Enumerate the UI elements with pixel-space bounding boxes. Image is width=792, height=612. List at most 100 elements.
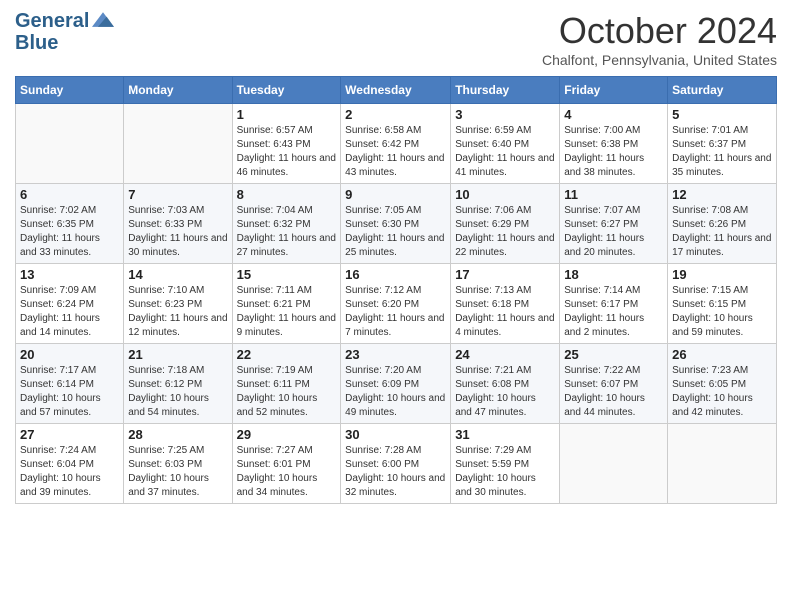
day-info: Sunrise: 7:08 AM Sunset: 6:26 PM Dayligh…	[672, 204, 772, 260]
day-number: 5	[672, 107, 772, 122]
calendar-cell: 31Sunrise: 7:29 AM Sunset: 5:59 PM Dayli…	[451, 424, 560, 504]
day-number: 10	[455, 187, 555, 202]
calendar-cell: 15 Sunrise: 7:11 AM Sunset: 6:21 PM Dayli…	[232, 264, 341, 344]
calendar-cell: 11Sunrise: 7:07 AM Sunset: 6:27 PM Dayli…	[560, 184, 668, 264]
day-info: Sunrise: 7:00 AM Sunset: 6:38 PM Dayligh…	[564, 124, 663, 180]
day-number: 29	[237, 427, 337, 442]
day-info: Sunrise: 7:11 AM Sunset: 6:21 PM Dayligh…	[237, 284, 337, 340]
weekday-header-wednesday: Wednesday	[341, 77, 451, 104]
calendar-cell: 17 Sunrise: 7:13 AM Sunset: 6:18 PM Dayli…	[451, 264, 560, 344]
day-number: 9	[345, 187, 446, 202]
day-number: 25	[564, 347, 663, 362]
calendar-cell: 4 Sunrise: 7:00 AM Sunset: 6:38 PM Daylig…	[560, 104, 668, 184]
calendar-cell: 1 Sunrise: 6:57 AM Sunset: 6:43 PM Daylig…	[232, 104, 341, 184]
day-number: 1	[237, 107, 337, 122]
weekday-header-sunday: Sunday	[16, 77, 124, 104]
day-number: 21	[128, 347, 227, 362]
calendar-cell	[16, 104, 124, 184]
calendar-cell: 23 Sunrise: 7:20 AM Sunset: 6:09 PM Dayli…	[341, 344, 451, 424]
day-info: Sunrise: 7:18 AM Sunset: 6:12 PM Dayligh…	[128, 364, 227, 420]
day-info: Sunrise: 7:24 AM Sunset: 6:04 PM Dayligh…	[20, 444, 119, 500]
day-info: Sunrise: 7:22 AM Sunset: 6:07 PM Dayligh…	[564, 364, 663, 420]
calendar-cell: 9 Sunrise: 7:05 AM Sunset: 6:30 PM Daylig…	[341, 184, 451, 264]
day-number: 23	[345, 347, 446, 362]
calendar-cell: 14 Sunrise: 7:10 AM Sunset: 6:23 PM Dayli…	[124, 264, 232, 344]
month-title: October 2024	[542, 10, 777, 52]
day-number: 19	[672, 267, 772, 282]
calendar-cell: 12 Sunrise: 7:08 AM Sunset: 6:26 PM Dayli…	[668, 184, 777, 264]
day-number: 30	[345, 427, 446, 442]
day-info: Sunrise: 7:28 AM Sunset: 6:00 PM Dayligh…	[345, 444, 446, 500]
week-row-4: 20Sunrise: 7:17 AM Sunset: 6:14 PM Dayli…	[16, 344, 777, 424]
day-info: Sunrise: 7:03 AM Sunset: 6:33 PM Dayligh…	[128, 204, 227, 260]
day-number: 14	[128, 267, 227, 282]
day-info: Sunrise: 7:23 AM Sunset: 6:05 PM Dayligh…	[672, 364, 772, 420]
day-number: 11	[564, 187, 663, 202]
day-number: 16	[345, 267, 446, 282]
day-number: 24	[455, 347, 555, 362]
day-number: 4	[564, 107, 663, 122]
day-info: Sunrise: 7:04 AM Sunset: 6:32 PM Dayligh…	[237, 204, 337, 260]
day-info: Sunrise: 7:10 AM Sunset: 6:23 PM Dayligh…	[128, 284, 227, 340]
logo: General Blue	[15, 10, 114, 54]
day-number: 28	[128, 427, 227, 442]
calendar-cell: 25 Sunrise: 7:22 AM Sunset: 6:07 PM Dayli…	[560, 344, 668, 424]
logo-icon	[92, 12, 114, 30]
day-number: 27	[20, 427, 119, 442]
day-info: Sunrise: 7:25 AM Sunset: 6:03 PM Dayligh…	[128, 444, 227, 500]
day-number: 26	[672, 347, 772, 362]
weekday-header-monday: Monday	[124, 77, 232, 104]
day-number: 12	[672, 187, 772, 202]
calendar-cell: 20Sunrise: 7:17 AM Sunset: 6:14 PM Dayli…	[16, 344, 124, 424]
calendar-cell	[668, 424, 777, 504]
calendar-cell: 10 Sunrise: 7:06 AM Sunset: 6:29 PM Dayli…	[451, 184, 560, 264]
calendar-cell: 16 Sunrise: 7:12 AM Sunset: 6:20 PM Dayli…	[341, 264, 451, 344]
day-info: Sunrise: 7:21 AM Sunset: 6:08 PM Dayligh…	[455, 364, 555, 420]
day-info: Sunrise: 7:13 AM Sunset: 6:18 PM Dayligh…	[455, 284, 555, 340]
day-info: Sunrise: 7:02 AM Sunset: 6:35 PM Dayligh…	[20, 204, 119, 260]
calendar-cell: 6 Sunrise: 7:02 AM Sunset: 6:35 PM Daylig…	[16, 184, 124, 264]
weekday-header-friday: Friday	[560, 77, 668, 104]
calendar-cell: 7 Sunrise: 7:03 AM Sunset: 6:33 PM Daylig…	[124, 184, 232, 264]
week-row-2: 6 Sunrise: 7:02 AM Sunset: 6:35 PM Daylig…	[16, 184, 777, 264]
day-info: Sunrise: 6:59 AM Sunset: 6:40 PM Dayligh…	[455, 124, 555, 180]
day-number: 2	[345, 107, 446, 122]
day-info: Sunrise: 7:12 AM Sunset: 6:20 PM Dayligh…	[345, 284, 446, 340]
calendar-table: SundayMondayTuesdayWednesdayThursdayFrid…	[15, 76, 777, 504]
calendar-cell: 29 Sunrise: 7:27 AM Sunset: 6:01 PM Dayli…	[232, 424, 341, 504]
day-info: Sunrise: 7:09 AM Sunset: 6:24 PM Dayligh…	[20, 284, 119, 340]
calendar-cell	[124, 104, 232, 184]
day-info: Sunrise: 7:27 AM Sunset: 6:01 PM Dayligh…	[237, 444, 337, 500]
calendar-cell: 21 Sunrise: 7:18 AM Sunset: 6:12 PM Dayli…	[124, 344, 232, 424]
calendar-cell: 24 Sunrise: 7:21 AM Sunset: 6:08 PM Dayli…	[451, 344, 560, 424]
calendar-cell: 26 Sunrise: 7:23 AM Sunset: 6:05 PM Dayli…	[668, 344, 777, 424]
day-info: Sunrise: 6:58 AM Sunset: 6:42 PM Dayligh…	[345, 124, 446, 180]
weekday-header-saturday: Saturday	[668, 77, 777, 104]
day-number: 17	[455, 267, 555, 282]
weekday-header-tuesday: Tuesday	[232, 77, 341, 104]
day-info: Sunrise: 7:29 AM Sunset: 5:59 PM Dayligh…	[455, 444, 555, 500]
day-info: Sunrise: 7:15 AM Sunset: 6:15 PM Dayligh…	[672, 284, 772, 340]
week-row-1: 1 Sunrise: 6:57 AM Sunset: 6:43 PM Daylig…	[16, 104, 777, 184]
calendar-cell: 22Sunrise: 7:19 AM Sunset: 6:11 PM Dayli…	[232, 344, 341, 424]
day-info: Sunrise: 7:19 AM Sunset: 6:11 PM Dayligh…	[237, 364, 337, 420]
calendar-cell: 13Sunrise: 7:09 AM Sunset: 6:24 PM Dayli…	[16, 264, 124, 344]
logo-blue-text: Blue	[15, 32, 58, 54]
calendar-cell: 2 Sunrise: 6:58 AM Sunset: 6:42 PM Daylig…	[341, 104, 451, 184]
calendar-cell: 3 Sunrise: 6:59 AM Sunset: 6:40 PM Daylig…	[451, 104, 560, 184]
day-info: Sunrise: 6:57 AM Sunset: 6:43 PM Dayligh…	[237, 124, 337, 180]
day-number: 7	[128, 187, 227, 202]
calendar-cell: 5Sunrise: 7:01 AM Sunset: 6:37 PM Daylig…	[668, 104, 777, 184]
day-info: Sunrise: 7:20 AM Sunset: 6:09 PM Dayligh…	[345, 364, 446, 420]
week-row-5: 27 Sunrise: 7:24 AM Sunset: 6:04 PM Dayli…	[16, 424, 777, 504]
day-info: Sunrise: 7:05 AM Sunset: 6:30 PM Dayligh…	[345, 204, 446, 260]
day-info: Sunrise: 7:17 AM Sunset: 6:14 PM Dayligh…	[20, 364, 119, 420]
day-info: Sunrise: 7:14 AM Sunset: 6:17 PM Dayligh…	[564, 284, 663, 340]
weekday-header-row: SundayMondayTuesdayWednesdayThursdayFrid…	[16, 77, 777, 104]
location-subtitle: Chalfont, Pennsylvania, United States	[542, 52, 777, 68]
day-info: Sunrise: 7:06 AM Sunset: 6:29 PM Dayligh…	[455, 204, 555, 260]
day-number: 3	[455, 107, 555, 122]
day-number: 6	[20, 187, 119, 202]
day-number: 15	[237, 267, 337, 282]
week-row-3: 13Sunrise: 7:09 AM Sunset: 6:24 PM Dayli…	[16, 264, 777, 344]
